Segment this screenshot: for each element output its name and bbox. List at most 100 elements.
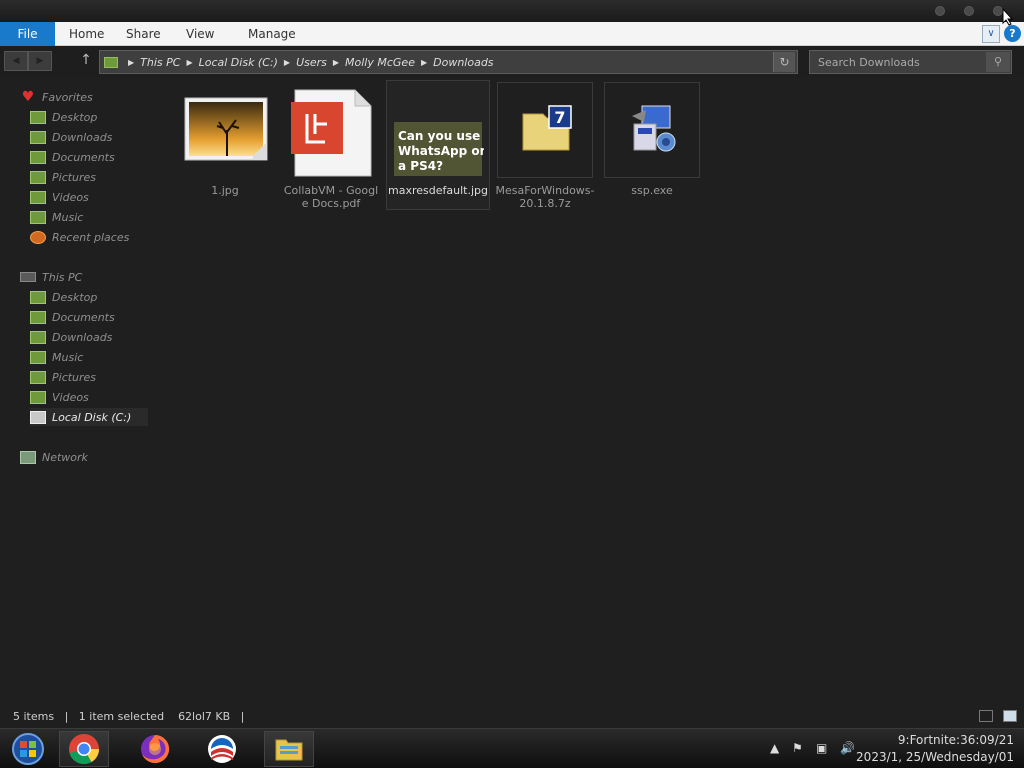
tab-share[interactable]: Share bbox=[113, 22, 174, 46]
sidebar-item-pictures[interactable]: Pictures bbox=[30, 368, 96, 386]
disk-drive-icon bbox=[30, 410, 46, 424]
campaign-logo-icon bbox=[208, 735, 236, 763]
sidebar-this-pc[interactable]: This PC bbox=[20, 268, 82, 286]
sidebar-item-fav-videos[interactable]: Videos bbox=[30, 188, 89, 206]
sidebar-favorites[interactable]: ♥ Favorites bbox=[20, 88, 93, 106]
tab-manage[interactable]: Manage bbox=[235, 22, 309, 46]
music-folder-icon bbox=[30, 350, 46, 364]
7z-archive-icon: 7 bbox=[522, 105, 572, 151]
large-icons-view-icon[interactable] bbox=[1003, 710, 1017, 722]
search-icon[interactable]: ⚲ bbox=[986, 52, 1010, 72]
sidebar-item-label: Desktop bbox=[52, 110, 98, 124]
show-hidden-icons[interactable]: ▲ bbox=[770, 741, 779, 755]
search-input[interactable] bbox=[810, 51, 986, 73]
videos-folder-icon bbox=[30, 390, 46, 404]
installer-exe-icon bbox=[632, 105, 676, 152]
tab-view[interactable]: View bbox=[173, 22, 227, 46]
system-clock[interactable]: 9:Fortnite:36:09/21 2023/1, 25/Wednesday… bbox=[856, 732, 1014, 766]
file-name: MesaForWindows-20.1.8.7z bbox=[495, 184, 595, 210]
sidebar-item-videos[interactable]: Videos bbox=[30, 388, 89, 406]
file-name: ssp.exe bbox=[631, 184, 673, 197]
sidebar-network[interactable]: Network bbox=[20, 448, 88, 466]
minimize-button[interactable] bbox=[935, 6, 945, 16]
pictures-folder-icon bbox=[30, 170, 46, 184]
documents-folder-icon bbox=[30, 310, 46, 324]
action-center-flag-icon[interactable]: ⚑ bbox=[792, 741, 803, 755]
up-arrow-icon[interactable]: ↑ bbox=[78, 52, 94, 70]
sidebar-item-recent-places[interactable]: Recent places bbox=[30, 228, 129, 246]
back-button[interactable]: ◀ bbox=[4, 51, 28, 71]
svg-text:7: 7 bbox=[554, 108, 565, 127]
image-thumbnail: Can you use WhatsApp on a PS4? bbox=[394, 122, 484, 176]
documents-folder-icon bbox=[30, 150, 46, 164]
sidebar-item-local-disk[interactable]: Local Disk (C:) bbox=[30, 408, 148, 426]
music-folder-icon bbox=[30, 210, 46, 224]
desktop-folder-icon bbox=[30, 290, 46, 304]
breadcrumb-local-disk[interactable]: Local Disk (C:) bbox=[199, 56, 278, 69]
start-button[interactable] bbox=[3, 731, 53, 767]
file-list: 1.jpg CollabVM - Google Docs.pdf Can you… bbox=[175, 80, 715, 224]
window-titlebar bbox=[0, 0, 1024, 22]
network-icon bbox=[20, 450, 36, 464]
image-file-icon bbox=[184, 97, 268, 161]
heart-icon: ♥ bbox=[21, 88, 35, 105]
breadcrumb-users[interactable]: Users bbox=[296, 56, 327, 69]
tab-file[interactable]: File bbox=[0, 22, 55, 46]
sidebar-item-desktop[interactable]: Desktop bbox=[30, 288, 97, 306]
folder-icon bbox=[104, 56, 118, 68]
pictures-folder-icon bbox=[30, 370, 46, 384]
sidebar-item-music[interactable]: Music bbox=[30, 348, 83, 366]
maximize-button[interactable] bbox=[964, 6, 974, 16]
network-tray-icon[interactable]: ▣ bbox=[816, 741, 827, 755]
chevron-right-icon[interactable]: ▶ bbox=[421, 58, 427, 67]
volume-icon[interactable]: 🔊 bbox=[840, 741, 855, 755]
taskbar-app[interactable] bbox=[197, 731, 247, 767]
downloads-folder-icon bbox=[30, 330, 46, 344]
sidebar-item-label: Pictures bbox=[52, 370, 97, 384]
chevron-right-icon[interactable]: ▶ bbox=[128, 58, 134, 67]
address-bar[interactable]: ▶ This PC ▶ Local Disk (C:) ▶ Users ▶ Mo… bbox=[99, 50, 798, 74]
computer-icon bbox=[20, 272, 36, 282]
sidebar-item-fav-downloads[interactable]: Downloads bbox=[30, 128, 112, 146]
sidebar-item-label: Pictures bbox=[52, 170, 97, 184]
file-name: CollabVM - Google Docs.pdf bbox=[283, 184, 379, 210]
sidebar-item-label: Documents bbox=[52, 150, 115, 164]
taskbar-chrome[interactable] bbox=[59, 731, 109, 767]
search-box: ⚲ bbox=[809, 50, 1012, 74]
tab-home[interactable]: Home bbox=[56, 22, 117, 46]
help-icon[interactable]: ? bbox=[1004, 25, 1021, 42]
chevron-right-icon[interactable]: ▶ bbox=[186, 58, 192, 67]
thumb-text: WhatsApp on bbox=[398, 144, 484, 158]
sidebar-item-label: Music bbox=[52, 350, 84, 364]
taskbar: ▲ ⚑ ▣ 🔊 9:Fortnite:36:09/21 2023/1, 25/W… bbox=[0, 728, 1024, 768]
thumb-text: Can you use bbox=[398, 129, 480, 143]
details-view-icon[interactable] bbox=[979, 710, 993, 722]
refresh-icon[interactable]: ↻ bbox=[773, 52, 795, 72]
sidebar-item-fav-desktop[interactable]: Desktop bbox=[30, 108, 97, 126]
breadcrumb-molly-mcgee[interactable]: Molly McGee bbox=[345, 56, 415, 69]
taskbar-file-explorer[interactable] bbox=[264, 731, 314, 767]
file-name: 1.jpg bbox=[211, 184, 239, 197]
taskbar-firefox[interactable] bbox=[130, 731, 180, 767]
chevron-right-icon[interactable]: ▶ bbox=[284, 58, 290, 67]
sidebar-item-label: Documents bbox=[52, 310, 115, 324]
chevron-right-icon[interactable]: ▶ bbox=[333, 58, 339, 67]
breadcrumb-downloads[interactable]: Downloads bbox=[433, 56, 493, 69]
clock-time: 9:Fortnite:36:09/21 bbox=[897, 733, 1014, 747]
sidebar-item-fav-pictures[interactable]: Pictures bbox=[30, 168, 96, 186]
sidebar-item-downloads[interactable]: Downloads bbox=[30, 328, 112, 346]
item-count: 5 items bbox=[13, 710, 55, 723]
status-bar: 5 items | 1 item selected 62lol7 KB | bbox=[0, 707, 1024, 727]
breadcrumb-this-pc[interactable]: This PC bbox=[140, 56, 180, 69]
sidebar-item-fav-music[interactable]: Music bbox=[30, 208, 83, 226]
forward-button[interactable]: ▶ bbox=[28, 51, 52, 71]
expand-ribbon-icon[interactable]: ∨ bbox=[982, 25, 1000, 43]
sidebar-item-fav-documents[interactable]: Documents bbox=[30, 148, 115, 166]
sidebar-label: Favorites bbox=[42, 90, 93, 104]
videos-folder-icon bbox=[30, 190, 46, 204]
mouse-cursor-icon bbox=[1002, 8, 1014, 26]
navigation-pane: ♥ Favorites Desktop Downloads Documents … bbox=[0, 80, 150, 710]
sidebar-item-documents[interactable]: Documents bbox=[30, 308, 115, 326]
navigation-bar: ◀ ▶ ↑ ▶ This PC ▶ Local Disk (C:) ▶ User… bbox=[0, 46, 1024, 78]
status-separator: | bbox=[233, 710, 245, 723]
